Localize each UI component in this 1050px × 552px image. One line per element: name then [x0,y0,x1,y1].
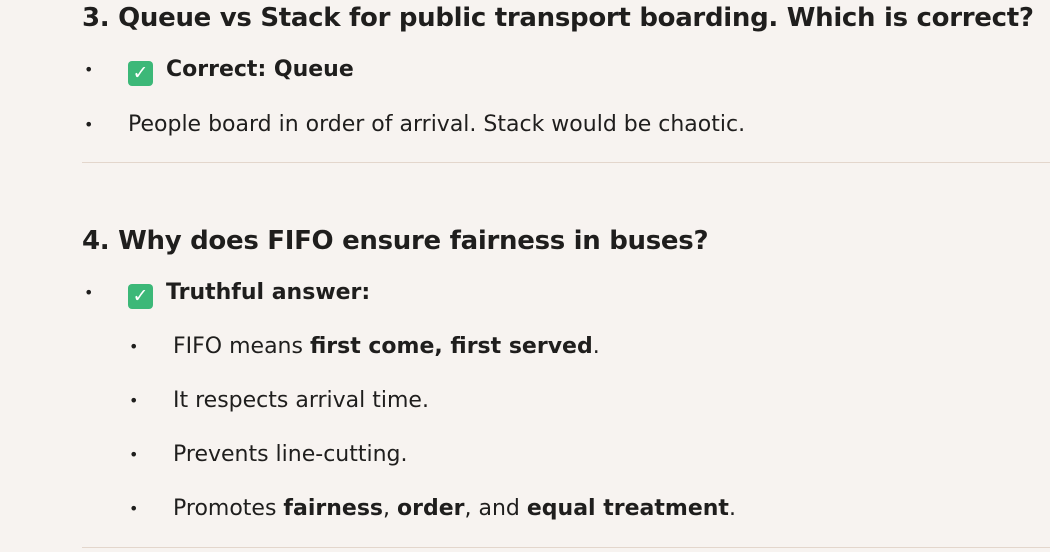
truthful-answer-label: Truthful answer: [166,280,371,305]
text-segment: . [592,334,600,359]
point-text: Prevents line-cutting. [173,442,408,467]
bold-text: first come, first served [309,334,593,359]
point-text: It respects arrival time. [173,388,429,413]
text-segment: , and [464,496,527,521]
bullet: • [129,391,139,410]
bold-text: equal treatment [526,496,729,521]
bullet: • [129,499,139,518]
text-segment: , [383,496,398,521]
bullet: • [129,337,139,356]
question-4-heading: 4. Why does FIFO ensure fairness in buse… [82,226,709,256]
section-divider [82,162,1050,163]
bullet: • [129,445,139,464]
section-divider [82,547,1050,548]
bullet: • [84,115,94,134]
bold-text: fairness [283,496,384,521]
question-3-heading: 3. Queue vs Stack for public transport b… [82,3,1034,33]
text-segment: FIFO means [173,334,310,359]
text-segment: . [728,496,736,521]
text-segment: Promotes [173,496,284,521]
bold-text: order [397,496,465,521]
bullet: • [84,60,94,79]
correct-answer-label: Correct: Queue [166,57,354,82]
check-mark-icon: ✓ [128,284,153,309]
check-mark-icon: ✓ [128,61,153,86]
explanation-text: People board in order of arrival. Stack … [128,112,746,137]
bullet: • [84,283,94,302]
